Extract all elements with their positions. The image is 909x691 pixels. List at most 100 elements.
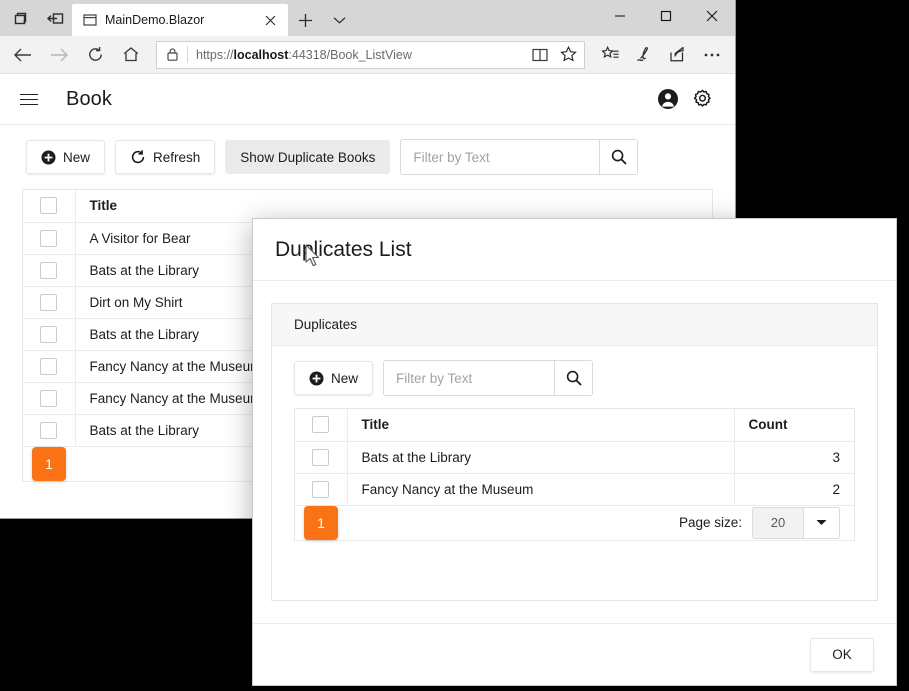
- share-icon[interactable]: [661, 39, 695, 71]
- refresh-button[interactable]: Refresh: [115, 140, 216, 174]
- set-aside-tabs-icon[interactable]: [44, 7, 66, 29]
- app-header: Book: [0, 74, 735, 125]
- select-all-cell: [23, 190, 76, 223]
- new-button[interactable]: New: [26, 140, 106, 174]
- row-select-cell: [23, 254, 76, 287]
- row-checkbox[interactable]: [40, 293, 58, 311]
- maximize-button[interactable]: [643, 0, 689, 32]
- pager-cell: 1: [295, 505, 347, 541]
- refresh-button-label: Refresh: [153, 149, 201, 165]
- browser-navigation-bar: https://localhost:44318/Book_ListView: [0, 36, 735, 74]
- row-checkbox[interactable]: [40, 421, 58, 439]
- cell-count: 2: [734, 473, 854, 506]
- new-tab-button[interactable]: [288, 4, 322, 36]
- screen: MainDemo.Blazor https://localhost:44318/…: [0, 0, 909, 691]
- row-checkbox[interactable]: [40, 389, 58, 407]
- pager-row: 1 Page size: 20: [295, 505, 854, 541]
- filter-group: [400, 139, 639, 175]
- browser-tab[interactable]: MainDemo.Blazor: [72, 4, 288, 36]
- duplicates-table-head: Title Count: [295, 409, 854, 442]
- row-select-cell: [23, 414, 76, 447]
- duplicates-dialog: Duplicates List Duplicates New Filter by…: [252, 218, 897, 686]
- tab-preview-icon[interactable]: [8, 7, 30, 29]
- duplicates-table-foot: 1 Page size: 20: [295, 505, 854, 541]
- row-checkbox[interactable]: [312, 480, 330, 498]
- reload-button[interactable]: [78, 39, 112, 71]
- dialog-new-button[interactable]: New: [294, 361, 374, 395]
- row-select-cell: [295, 473, 348, 506]
- pager-cell: 1: [23, 446, 75, 482]
- table-row[interactable]: Bats at the Library 3: [295, 441, 854, 474]
- panel-title: Duplicates: [272, 304, 877, 346]
- row-checkbox[interactable]: [40, 229, 58, 247]
- row-select-cell: [295, 441, 348, 474]
- row-checkbox[interactable]: [312, 448, 330, 466]
- page-size-select[interactable]: 20: [752, 506, 840, 539]
- minimize-button[interactable]: [597, 0, 643, 32]
- list-toolbar: New Refresh Show Duplicate Books: [0, 125, 735, 189]
- dialog-filter-input[interactable]: [384, 361, 555, 395]
- back-button[interactable]: [6, 39, 40, 71]
- row-checkbox[interactable]: [40, 357, 58, 375]
- favorites-hub-icon[interactable]: [593, 39, 627, 71]
- browser-tab-title: MainDemo.Blazor: [105, 13, 205, 27]
- dialog-body: Duplicates New Filter by Text Title Coun…: [253, 281, 896, 623]
- row-checkbox[interactable]: [40, 325, 58, 343]
- close-window-button[interactable]: [689, 0, 735, 32]
- close-tab-icon[interactable]: [258, 8, 282, 32]
- table-row[interactable]: Fancy Nancy at the Museum 2: [295, 473, 854, 506]
- page-icon: [82, 13, 97, 28]
- page-size-control: Page size: 20: [361, 506, 854, 539]
- column-header-count[interactable]: Count: [734, 409, 854, 442]
- browser-tab-strip: MainDemo.Blazor: [0, 0, 735, 36]
- ok-button[interactable]: OK: [810, 637, 874, 672]
- row-select-cell: [23, 286, 76, 319]
- row-select-cell: [23, 350, 76, 383]
- duplicates-grid: Title Count Bats at the Library 3 Fancy Na…: [294, 408, 855, 541]
- account-icon[interactable]: [651, 82, 685, 116]
- cell-title: Fancy Nancy at the Museum: [347, 473, 735, 506]
- tab-menu-chevron-down-icon[interactable]: [322, 4, 356, 36]
- web-notes-icon[interactable]: [627, 39, 661, 71]
- cell-count: 3: [734, 441, 854, 474]
- menu-icon[interactable]: [14, 84, 44, 114]
- duplicates-panel: Duplicates New Filter by Text Title Coun…: [271, 303, 878, 601]
- plus-circle-icon: [41, 150, 56, 164]
- tabstrip-left-buttons: [0, 0, 72, 36]
- table-header-row: Title Count: [295, 409, 854, 442]
- page-1-button[interactable]: 1: [32, 446, 66, 481]
- page-1-button[interactable]: 1: [304, 505, 338, 540]
- row-select-cell: [23, 222, 76, 255]
- cell-title: Bats at the Library: [347, 441, 735, 474]
- column-header-title[interactable]: Title: [347, 409, 735, 442]
- duplicates-table-body: Bats at the Library 3 Fancy Nancy at the M…: [295, 441, 854, 506]
- page-title: Book: [66, 87, 112, 110]
- padlock-icon: [157, 42, 187, 68]
- select-all-checkbox[interactable]: [312, 416, 330, 434]
- search-icon[interactable]: [554, 361, 593, 395]
- dialog-filter-group: [383, 360, 594, 396]
- select-all-checkbox[interactable]: [40, 197, 58, 215]
- row-select-cell: [23, 318, 76, 351]
- forward-button[interactable]: [42, 39, 76, 71]
- page-size-cell: Page size: 20: [347, 505, 854, 541]
- search-icon[interactable]: [599, 140, 638, 174]
- star-icon[interactable]: [554, 42, 582, 68]
- plus-circle-icon: [309, 371, 324, 385]
- chevron-down-icon[interactable]: [803, 507, 839, 538]
- show-duplicate-books-button[interactable]: Show Duplicate Books: [225, 140, 391, 174]
- home-button[interactable]: [114, 39, 148, 71]
- address-bar-url: https://localhost:44318/Book_ListView: [196, 47, 412, 62]
- row-checkbox[interactable]: [40, 261, 58, 279]
- dialog-new-button-label: New: [331, 370, 359, 386]
- reading-view-icon[interactable]: [526, 42, 554, 68]
- page-size-value: 20: [753, 507, 803, 538]
- gear-icon[interactable]: [685, 82, 719, 116]
- select-all-cell: [295, 409, 348, 442]
- address-separator: [187, 46, 188, 63]
- address-bar[interactable]: https://localhost:44318/Book_ListView: [156, 40, 585, 69]
- new-button-label: New: [63, 149, 91, 165]
- filter-input[interactable]: [401, 140, 600, 174]
- page-size-label: Page size:: [678, 515, 742, 530]
- more-options-icon[interactable]: [695, 39, 729, 71]
